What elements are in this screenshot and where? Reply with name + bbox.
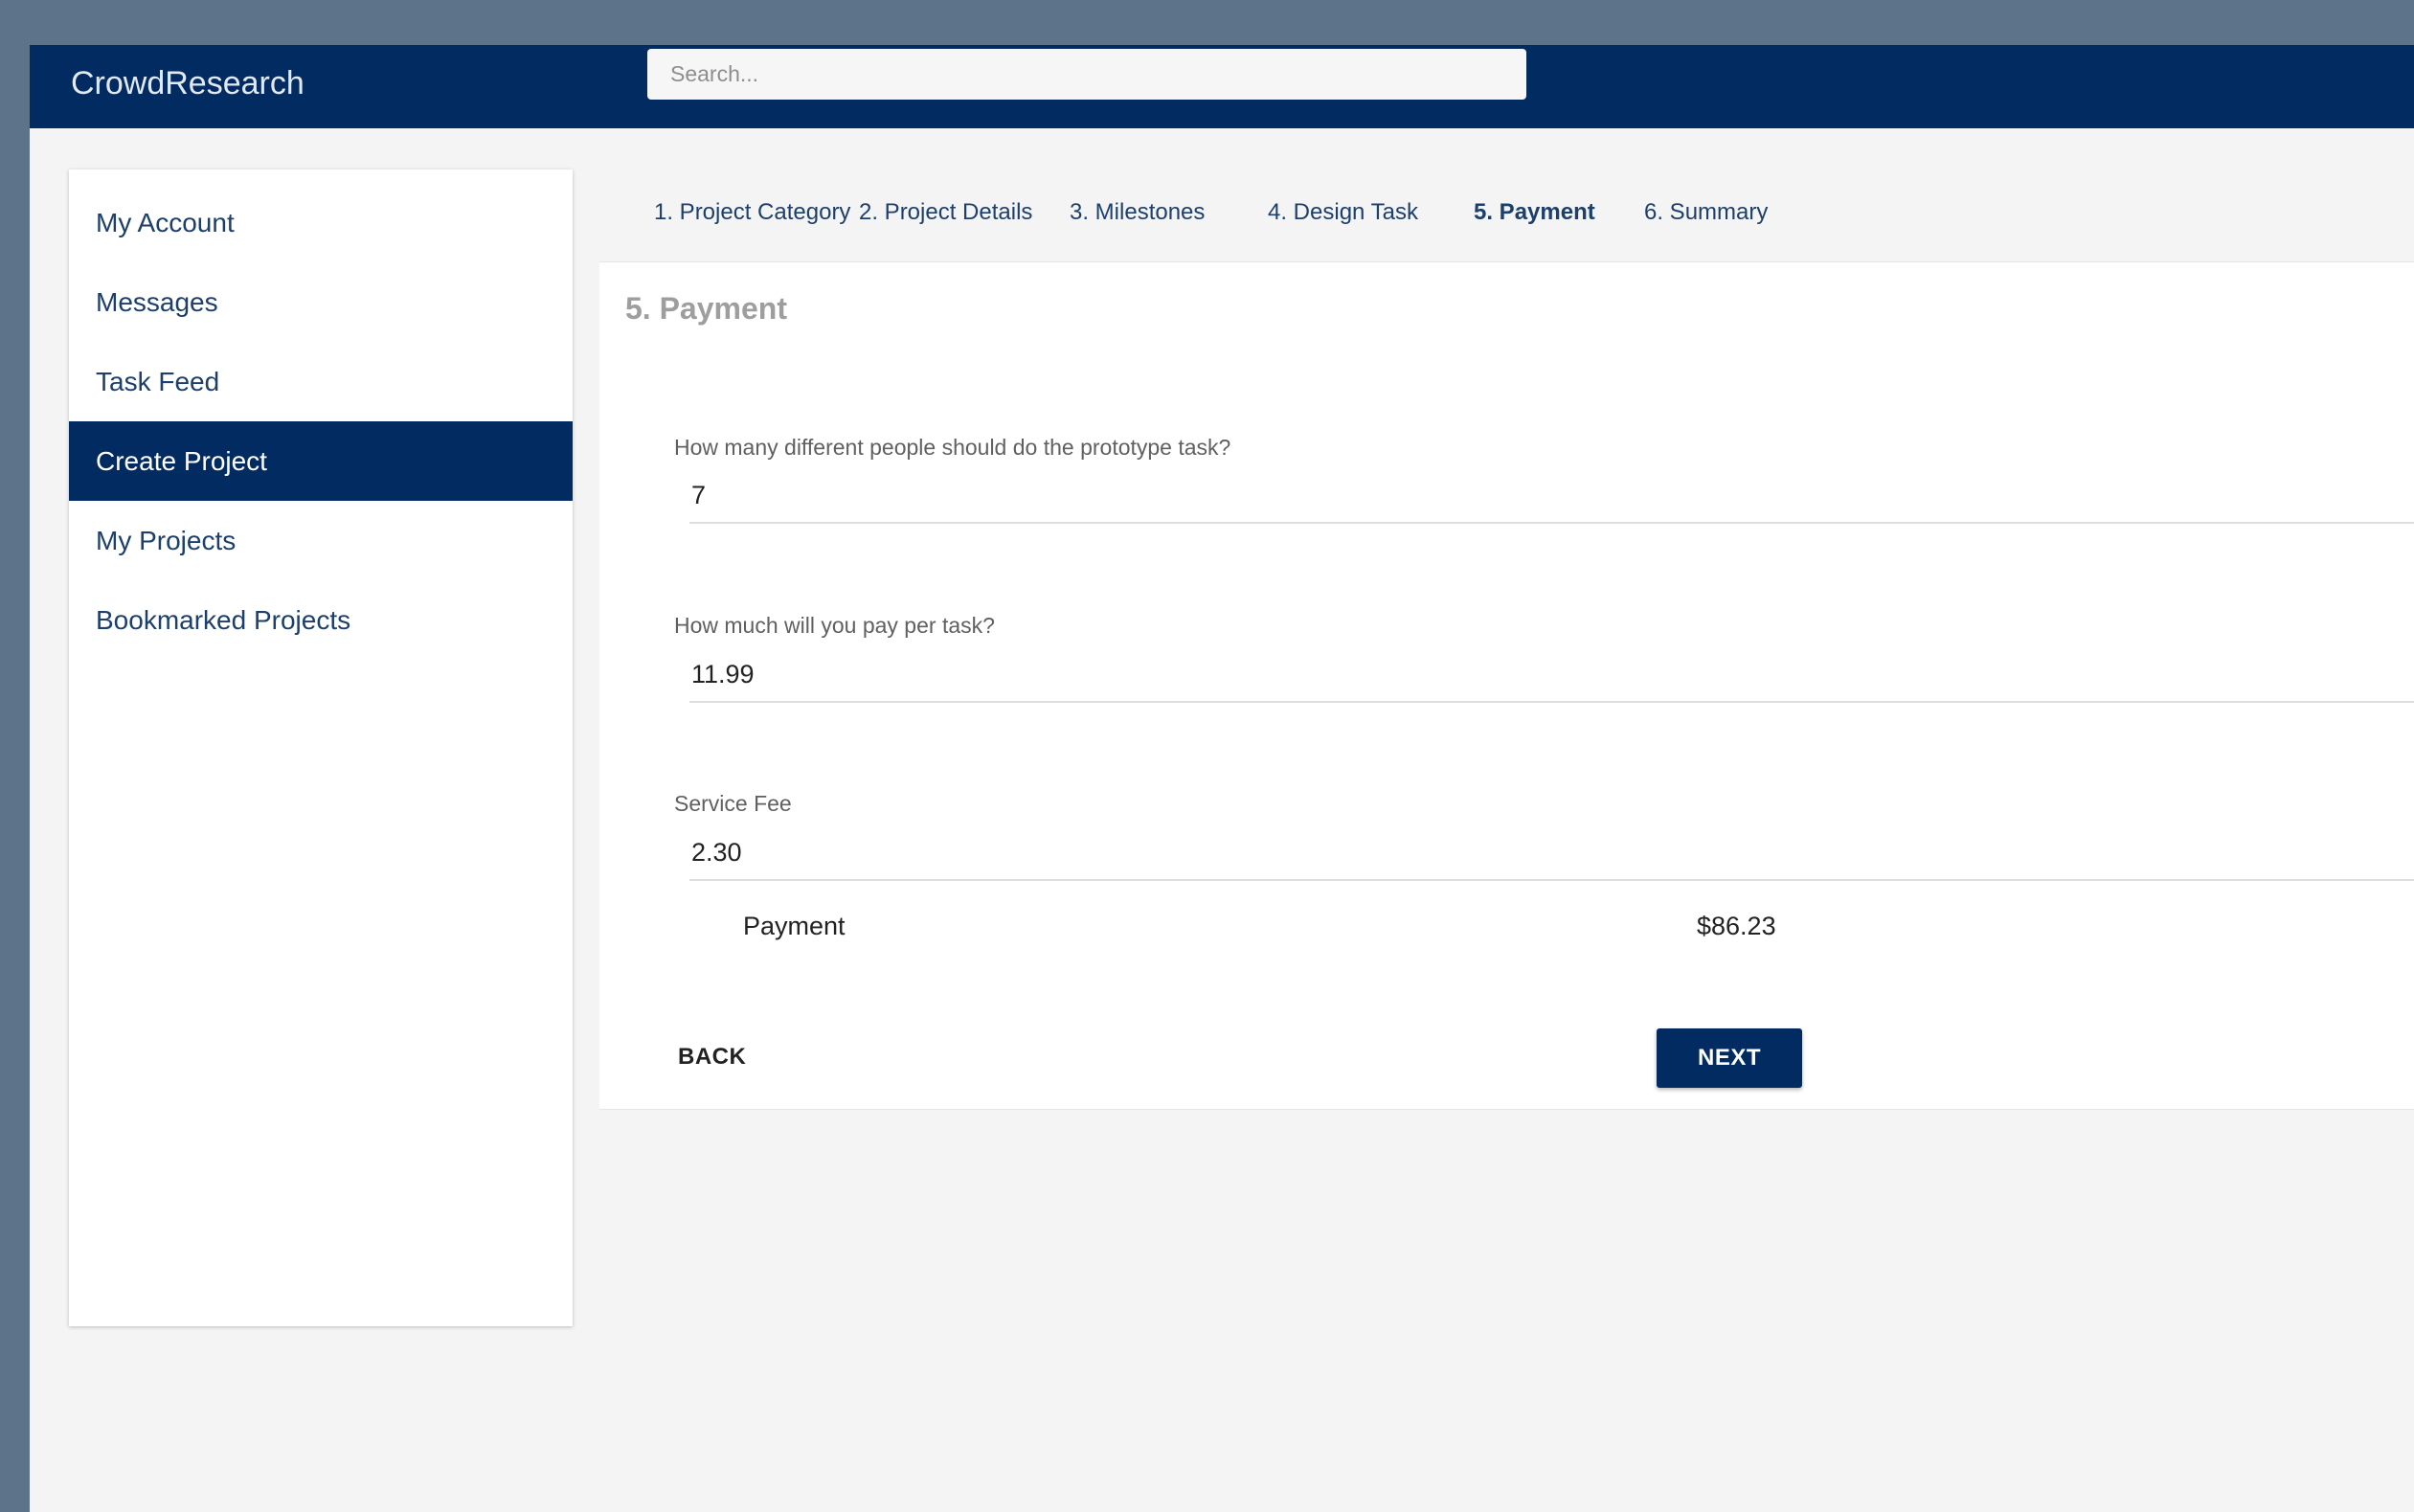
people-count-input[interactable] <box>689 468 2414 524</box>
next-button[interactable]: NEXT <box>1657 1028 1802 1088</box>
sidebar-item-messages[interactable]: Messages <box>69 262 573 342</box>
sidebar: My Account Messages Task Feed Create Pro… <box>69 169 573 1326</box>
service-fee-label: Service Fee <box>674 791 792 816</box>
section-title: 5. Payment <box>625 291 787 326</box>
app-window: CrowdResearch My Account Messages Task F… <box>30 45 2414 1512</box>
step-payment[interactable]: 5. Payment <box>1474 189 1595 237</box>
top-bar: CrowdResearch <box>30 45 2414 128</box>
brand-logo[interactable]: CrowdResearch <box>71 58 305 108</box>
service-fee-input[interactable] <box>689 825 2414 881</box>
pay-per-task-label: How much will you pay per task? <box>674 613 995 638</box>
step-project-category[interactable]: 1. Project Category <box>654 189 850 237</box>
people-count-label: How many different people should do the … <box>674 435 1231 460</box>
payment-total-label: Payment <box>743 912 846 940</box>
sidebar-item-bookmarked-projects[interactable]: Bookmarked Projects <box>69 580 573 660</box>
sidebar-item-create-project[interactable]: Create Project <box>69 421 573 501</box>
step-summary[interactable]: 6. Summary <box>1644 189 1768 237</box>
step-design-task[interactable]: 4. Design Task <box>1268 189 1418 237</box>
pay-per-task-input[interactable] <box>689 647 2414 703</box>
search-input[interactable] <box>647 49 1526 100</box>
sidebar-item-task-feed[interactable]: Task Feed <box>69 342 573 421</box>
back-button[interactable]: BACK <box>657 1028 767 1086</box>
payment-total-value: $86.23 <box>1697 912 1776 940</box>
step-milestones[interactable]: 3. Milestones <box>1070 189 1205 237</box>
sidebar-item-my-projects[interactable]: My Projects <box>69 501 573 580</box>
step-project-details[interactable]: 2. Project Details <box>859 189 1032 237</box>
sidebar-item-my-account[interactable]: My Account <box>69 183 573 262</box>
payment-card: 5. Payment How many different people sho… <box>599 261 2414 1110</box>
